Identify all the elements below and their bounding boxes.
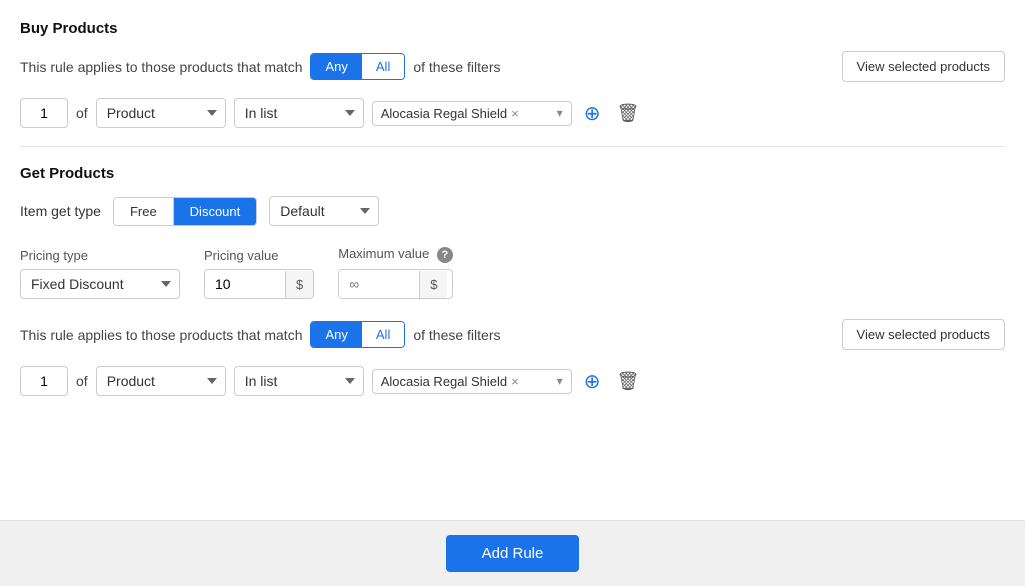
max-value-help-icon[interactable]: ? <box>437 247 453 263</box>
pricing-value-label: Pricing value <box>204 248 314 263</box>
item-type-label: Item get type <box>20 203 101 219</box>
buy-condition-select[interactable]: In list <box>234 98 364 128</box>
buy-match-all-btn[interactable]: All <box>362 54 404 79</box>
section-divider-1 <box>20 146 1005 147</box>
buy-products-title: Buy Products <box>20 20 1005 37</box>
item-type-row: Item get type Free Discount Default <box>20 196 1005 226</box>
get-condition-select[interactable]: In list <box>234 366 364 396</box>
buy-match-any-btn[interactable]: Any <box>311 54 361 79</box>
buy-product-tag-remove[interactable]: × <box>511 107 519 120</box>
buy-qty-input[interactable] <box>20 98 68 128</box>
get-match-toggle[interactable]: Any All <box>310 321 405 348</box>
buy-product-tag-label: Alocasia Regal Shield <box>381 106 507 121</box>
get-qty-input[interactable] <box>20 366 68 396</box>
get-add-filter-btn[interactable]: ⊕ <box>580 367 605 396</box>
get-product-tag: Alocasia Regal Shield × <box>381 374 519 389</box>
type-default-select[interactable]: Default <box>269 196 379 226</box>
buy-product-tag: Alocasia Regal Shield × <box>381 106 519 121</box>
get-product-type-select[interactable]: Product <box>96 366 226 396</box>
type-free-btn[interactable]: Free <box>114 198 174 225</box>
buy-rule-text-1: This rule applies to those products that… <box>20 59 302 75</box>
get-product-tag-field: Alocasia Regal Shield × ▾ <box>372 369 572 394</box>
buy-of-text: of <box>76 105 88 121</box>
max-value-wrap: $ <box>338 269 453 299</box>
pricing-type-group: Pricing type Fixed Discount <box>20 248 180 299</box>
get-rule-text-1: This rule applies to those products that… <box>20 327 302 343</box>
pricing-section: Pricing type Fixed Discount Pricing valu… <box>20 246 1005 299</box>
get-view-selected-btn[interactable]: View selected products <box>842 319 1005 350</box>
buy-view-selected-btn[interactable]: View selected products <box>842 51 1005 82</box>
max-value-label: Maximum value ? <box>338 246 453 263</box>
get-tag-chevron-icon[interactable]: ▾ <box>549 374 563 388</box>
add-rule-btn[interactable]: Add Rule <box>446 535 580 572</box>
pricing-value-group: Pricing value $ <box>204 248 314 299</box>
type-discount-btn[interactable]: Discount <box>174 198 257 225</box>
get-product-tag-label: Alocasia Regal Shield <box>381 374 507 389</box>
get-of-text: of <box>76 373 88 389</box>
get-delete-filter-btn[interactable]: 🗑 <box>612 369 643 394</box>
buy-match-toggle[interactable]: Any All <box>310 53 405 80</box>
get-rule-text-2: of these filters <box>413 327 500 343</box>
item-type-toggle[interactable]: Free Discount <box>113 197 257 226</box>
buy-delete-filter-btn[interactable]: 🗑 <box>612 101 643 126</box>
get-filter-row: of Product In list Alocasia Regal Shield… <box>20 366 1005 396</box>
get-rule-row: This rule applies to those products that… <box>20 319 1005 350</box>
get-match-all-btn[interactable]: All <box>362 322 404 347</box>
buy-rule-text-2: of these filters <box>413 59 500 75</box>
get-products-title: Get Products <box>20 165 1005 182</box>
max-currency: $ <box>419 271 447 298</box>
buy-product-tag-field: Alocasia Regal Shield × ▾ <box>372 101 572 126</box>
get-product-tag-remove[interactable]: × <box>511 375 519 388</box>
pricing-value-input[interactable] <box>205 270 285 298</box>
pricing-type-select[interactable]: Fixed Discount <box>20 269 180 299</box>
buy-product-type-select[interactable]: Product <box>96 98 226 128</box>
get-match-any-btn[interactable]: Any <box>311 322 361 347</box>
pricing-currency: $ <box>285 271 313 298</box>
pricing-value-wrap: $ <box>204 269 314 299</box>
footer-bar: Add Rule <box>0 520 1025 586</box>
buy-add-filter-btn[interactable]: ⊕ <box>580 99 605 128</box>
buy-tag-chevron-icon[interactable]: ▾ <box>549 106 563 120</box>
max-value-group: Maximum value ? $ <box>338 246 453 299</box>
max-value-input[interactable] <box>339 270 419 298</box>
pricing-type-label: Pricing type <box>20 248 180 263</box>
buy-filter-row: of Product In list Alocasia Regal Shield… <box>20 98 1005 128</box>
